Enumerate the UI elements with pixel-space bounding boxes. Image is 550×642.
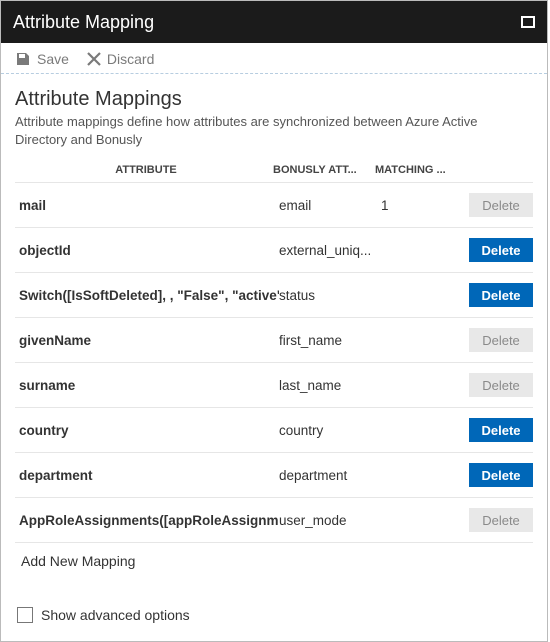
content-area: Attribute Mappings Attribute mappings de… [1,74,547,641]
advanced-options-label: Show advanced options [41,607,190,623]
mapping-table: ATTRIBUTE BONUSLY ATT... MATCHING ... ma… [15,158,533,543]
cell-action: Delete [461,328,533,352]
cell-action: Delete [461,418,533,442]
delete-button[interactable]: Delete [469,328,533,352]
table-row[interactable]: objectIdexternal_uniq... Delete [15,227,533,272]
delete-button[interactable]: Delete [469,463,533,487]
col-header-bonusly: BONUSLY ATT... [273,164,375,176]
table-row[interactable]: givenNamefirst_name Delete [15,317,533,362]
cell-attribute: givenName [19,333,279,348]
delete-button[interactable]: Delete [469,418,533,442]
section-heading: Attribute Mappings [15,88,533,111]
cell-attribute: surname [19,378,279,393]
cell-attribute: mail [19,198,279,213]
panel-title: Attribute Mapping [13,12,154,33]
table-row[interactable]: Switch([IsSoftDeleted], , "False", "acti… [15,272,533,317]
delete-button[interactable]: Delete [469,193,533,217]
cell-bonusly: first_name [279,333,381,348]
close-icon [87,52,101,66]
titlebar: Attribute Mapping [1,1,547,43]
cell-attribute: department [19,468,279,483]
cell-action: Delete [461,373,533,397]
cell-bonusly: email [279,198,381,213]
toolbar: Save Discard [1,43,547,74]
save-icon [15,51,31,67]
maximize-icon[interactable] [521,16,535,28]
discard-button[interactable]: Discard [87,51,154,67]
table-row[interactable]: AppRoleAssignments([appRoleAssignments])… [15,497,533,543]
delete-button[interactable]: Delete [469,283,533,307]
cell-action: Delete [461,463,533,487]
cell-attribute: Switch([IsSoftDeleted], , "False", "acti… [19,288,279,303]
cell-action: Delete [461,193,533,217]
table-row[interactable]: departmentdepartment Delete [15,452,533,497]
footer: Show advanced options [15,579,533,625]
add-new-mapping-link[interactable]: Add New Mapping [15,543,533,579]
cell-bonusly: status [279,288,381,303]
col-header-matching: MATCHING ... [375,164,455,176]
cell-bonusly: external_uniq... [279,243,381,258]
cell-attribute: country [19,423,279,438]
table-row[interactable]: countrycountry Delete [15,407,533,452]
table-header: ATTRIBUTE BONUSLY ATT... MATCHING ... [15,158,533,182]
cell-bonusly: country [279,423,381,438]
cell-bonusly: department [279,468,381,483]
save-label: Save [37,51,69,67]
cell-action: Delete [461,238,533,262]
table-row[interactable]: surnamelast_name Delete [15,362,533,407]
attribute-mapping-panel: Attribute Mapping Save Discard Attribute… [0,0,548,642]
cell-action: Delete [461,508,533,532]
discard-label: Discard [107,51,154,67]
cell-attribute: objectId [19,243,279,258]
col-header-actions [455,164,527,176]
delete-button[interactable]: Delete [469,373,533,397]
save-button[interactable]: Save [15,51,69,67]
cell-bonusly: last_name [279,378,381,393]
col-header-attribute: ATTRIBUTE [19,164,273,176]
delete-button[interactable]: Delete [469,508,533,532]
delete-button[interactable]: Delete [469,238,533,262]
cell-attribute: AppRoleAssignments([appRoleAssignments]) [19,513,279,528]
section-description: Attribute mappings define how attributes… [15,113,533,148]
cell-action: Delete [461,283,533,307]
table-row[interactable]: mailemail1 Delete [15,182,533,227]
cell-bonusly: user_mode [279,513,381,528]
advanced-options-checkbox[interactable] [17,607,33,623]
cell-matching: 1 [381,198,461,213]
